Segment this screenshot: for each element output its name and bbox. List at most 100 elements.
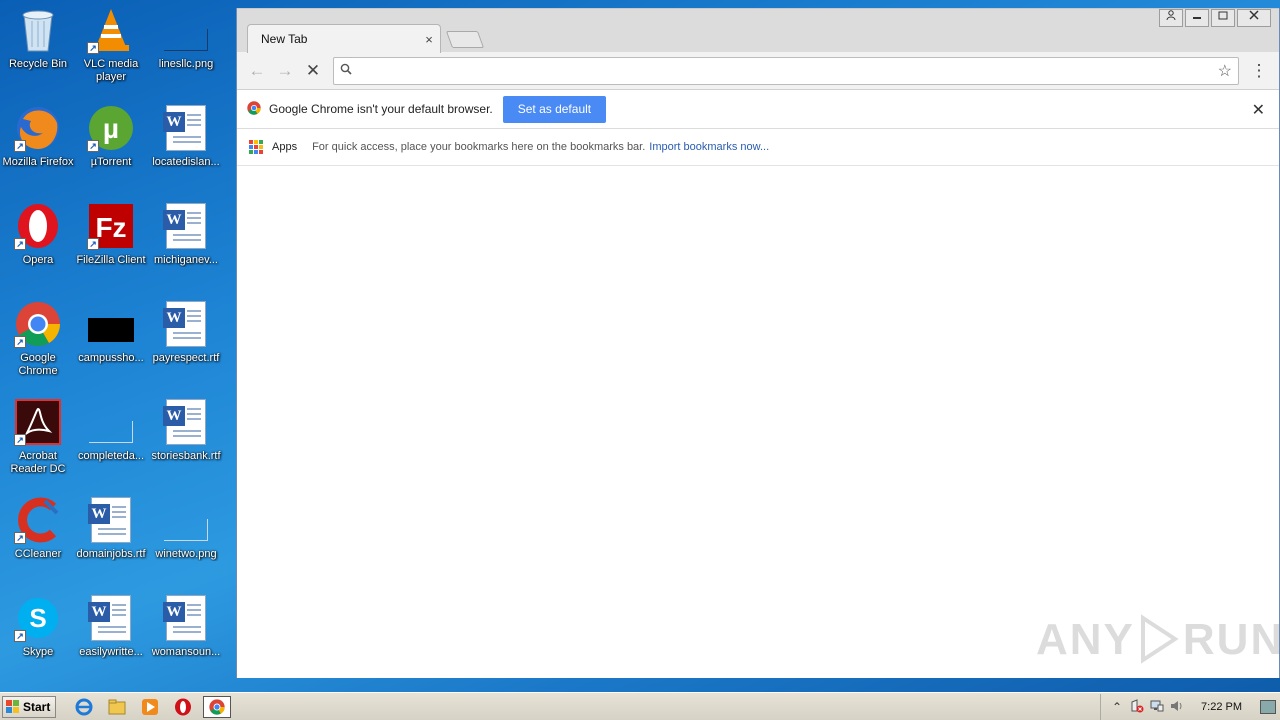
desktop-icon-acrobat[interactable]: ↗ Acrobat Reader DC <box>0 398 76 488</box>
image-file-icon <box>162 496 210 544</box>
anyrun-watermark: ANY RUN <box>1036 608 1280 672</box>
apps-link[interactable]: Apps <box>272 141 297 153</box>
page-content <box>237 166 1279 678</box>
network-icon[interactable] <box>1147 699 1167 716</box>
desktop-icon-vlc[interactable]: ↗ VLC media player <box>73 6 149 96</box>
desktop-icon-chrome[interactable]: ↗ Google Chrome <box>0 300 76 390</box>
tab-title: New Tab <box>261 32 308 46</box>
filezilla-icon: Fz ↗ <box>87 202 135 250</box>
media-player-icon[interactable] <box>136 696 164 718</box>
firefox-icon: ↗ <box>14 104 62 152</box>
volume-icon[interactable] <box>1167 699 1187 716</box>
recycle-bin-icon <box>14 6 62 54</box>
file-explorer-icon[interactable] <box>103 696 131 718</box>
word-document-icon: W <box>162 202 210 250</box>
desktop-icon-label: Google Chrome <box>18 352 58 377</box>
desktop-icon-label: µTorrent <box>90 156 132 168</box>
image-file-icon <box>162 6 210 54</box>
desktop-icon-winetwo[interactable]: winetwo.png <box>148 496 224 586</box>
clock[interactable]: 7:22 PM <box>1201 701 1242 713</box>
forward-arrow-icon[interactable]: → <box>271 57 299 85</box>
word-document-icon: W <box>162 398 210 446</box>
profile-icon[interactable] <box>1159 9 1183 27</box>
word-document-icon: W <box>162 594 210 642</box>
apps-grid-icon[interactable] <box>249 140 263 154</box>
desktop-icon-label: VLC media player <box>83 58 139 83</box>
show-hidden-icons-chevron-icon[interactable]: ⌃ <box>1107 700 1127 714</box>
desktop-icon-filezilla[interactable]: Fz ↗ FileZilla Client <box>73 202 149 292</box>
search-icon <box>340 63 352 78</box>
svg-text:Fz: Fz <box>95 212 126 243</box>
chrome-taskbar-icon[interactable] <box>203 695 231 718</box>
system-tray: ⌃ 7:22 PM <box>1100 694 1280 720</box>
desktop-icon-label: CCleaner <box>14 548 62 560</box>
chrome-icon: ↗ <box>14 300 62 348</box>
bookmarks-hint: For quick access, place your bookmarks h… <box>312 141 646 153</box>
opera-icon: ↗ <box>14 202 62 250</box>
desktop-icon-payrespect[interactable]: W payrespect.rtf <box>148 300 224 390</box>
close-window-icon[interactable] <box>1237 9 1271 27</box>
bookmarks-bar: Apps For quick access, place your bookma… <box>237 129 1279 166</box>
shortcut-arrow-icon: ↗ <box>14 434 26 446</box>
show-desktop-button[interactable] <box>1260 700 1276 714</box>
desktop-icon-label: storiesbank.rtf <box>151 450 221 462</box>
menu-icon[interactable]: ⋮ <box>1245 57 1273 85</box>
desktop-icon-label: completeda... <box>77 450 145 462</box>
desktop-icon-locatedislan[interactable]: W locatedislan... <box>148 104 224 194</box>
omnibox[interactable]: ☆ <box>333 56 1239 85</box>
shortcut-arrow-icon: ↗ <box>14 336 26 348</box>
stop-loading-icon[interactable]: ✕ <box>299 57 327 85</box>
restore-icon[interactable] <box>1211 9 1235 27</box>
watermark-text-right: RUN <box>1182 615 1280 664</box>
minimize-icon[interactable] <box>1185 9 1209 27</box>
desktop-icon-label: Acrobat Reader DC <box>10 450 66 475</box>
utorrent-icon: µ ↗ <box>87 104 135 152</box>
shortcut-arrow-icon: ↗ <box>87 140 99 152</box>
default-browser-infobar: Google Chrome isn't your default browser… <box>237 90 1279 129</box>
action-center-icon[interactable] <box>1127 698 1147 716</box>
desktop-icon-label: Opera <box>22 254 54 266</box>
browser-toolbar: ← → ✕ ☆ ⋮ <box>237 52 1279 90</box>
set-as-default-button[interactable]: Set as default <box>502 95 607 123</box>
address-input[interactable] <box>358 63 1218 78</box>
desktop-icon-firefox[interactable]: ↗ Mozilla Firefox <box>0 104 76 194</box>
new-tab-button[interactable] <box>445 31 485 48</box>
desktop-icon-ccleaner[interactable]: ↗ CCleaner <box>0 496 76 586</box>
tab-new-tab[interactable]: New Tab × <box>247 24 441 53</box>
image-file-icon <box>87 300 135 348</box>
desktop-icon-completeda[interactable]: completeda... <box>73 398 149 488</box>
close-icon[interactable]: ✕ <box>1252 100 1265 120</box>
acrobat-reader-icon: ↗ <box>14 398 62 446</box>
desktop-icon-linesllc[interactable]: linesllc.png <box>148 6 224 96</box>
desktop-icon-skype[interactable]: S ↗ Skype <box>0 594 76 684</box>
bookmark-star-icon[interactable]: ☆ <box>1218 61 1232 81</box>
desktop-icon-label: linesllc.png <box>158 58 214 70</box>
play-triangle-icon <box>1139 613 1179 667</box>
desktop-icon-domainjobs[interactable]: W domainjobs.rtf <box>73 496 149 586</box>
desktop-icon-recycle-bin[interactable]: Recycle Bin <box>0 6 76 96</box>
desktop: Recycle Bin ↗ Mozilla Firefox ↗ Opera ↗ … <box>0 0 236 692</box>
infobar-message: Google Chrome isn't your default browser… <box>269 102 493 116</box>
internet-explorer-icon[interactable] <box>70 696 98 718</box>
import-bookmarks-link[interactable]: Import bookmarks now... <box>649 141 769 153</box>
image-file-icon <box>87 398 135 446</box>
windows-flag-icon <box>6 699 20 714</box>
watermark-text-left: ANY <box>1036 615 1135 664</box>
word-document-icon: W <box>87 594 135 642</box>
desktop-icon-womansoun[interactable]: W womansoun... <box>148 594 224 684</box>
desktop-icon-storiesbank[interactable]: W storiesbank.rtf <box>148 398 224 488</box>
desktop-icon-label: locatedislan... <box>152 156 220 168</box>
tab-close-icon[interactable]: × <box>418 32 440 47</box>
desktop-icon-utorrent[interactable]: µ ↗ µTorrent <box>73 104 149 194</box>
start-button[interactable]: Start <box>2 695 56 718</box>
desktop-icon-campussho[interactable]: campussho... <box>73 300 149 390</box>
desktop-icon-label: Skype <box>22 646 54 658</box>
desktop-icon-opera[interactable]: ↗ Opera <box>0 202 76 292</box>
back-arrow-icon[interactable]: ← <box>243 57 271 85</box>
shortcut-arrow-icon: ↗ <box>14 238 26 250</box>
desktop-icon-michiganev[interactable]: W michiganev... <box>148 202 224 292</box>
desktop-icon-label: FileZilla Client <box>76 254 146 266</box>
desktop-icon-easilywritte[interactable]: W easilywritte... <box>73 594 149 684</box>
opera-taskbar-icon[interactable] <box>169 696 197 718</box>
shortcut-arrow-icon: ↗ <box>87 238 99 250</box>
